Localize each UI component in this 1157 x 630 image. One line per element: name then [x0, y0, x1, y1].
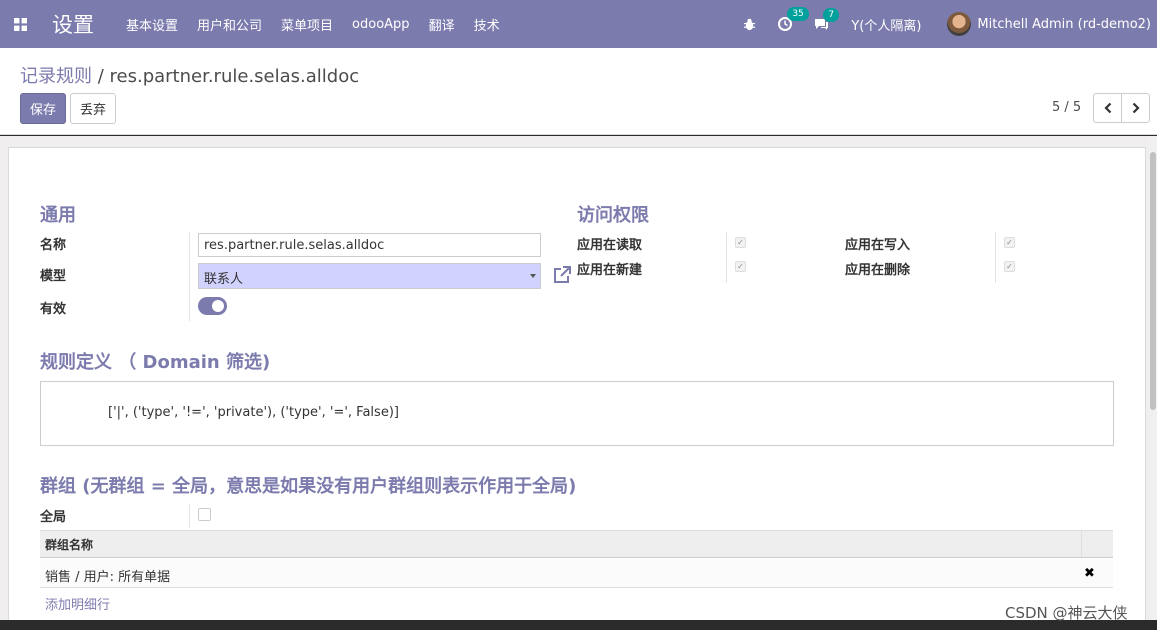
field-divider [995, 232, 996, 283]
breadcrumb-current: res.partner.rule.selas.alldoc [109, 66, 360, 87]
pager-next-button[interactable] [1121, 93, 1150, 123]
access-section-title: 访问权限 [577, 205, 649, 226]
write-label: 应用在写入 [845, 238, 911, 253]
menu-users-companies[interactable]: 用户和公司 [197, 15, 262, 34]
chevron-down-icon [530, 274, 536, 278]
model-label: 模型 [40, 269, 67, 284]
activity-count-badge: 35 [787, 7, 809, 21]
menu-menu-items[interactable]: 菜单项目 [281, 15, 333, 34]
domain-section-title: 规则定义 （ Domain 筛选) [40, 352, 271, 373]
breadcrumb: 记录规则 / res.partner.rule.selas.alldoc [20, 62, 359, 88]
group-name-column-header[interactable]: 群组名称 [45, 536, 93, 553]
top-navbar: 设置 基本设置 用户和公司 菜单项目 odooApp 翻译 技术 35 7 Y(… [0, 0, 1157, 48]
global-label: 全局 [40, 510, 67, 525]
menu-odooapp[interactable]: odooApp [352, 17, 410, 32]
name-label: 名称 [40, 238, 67, 253]
field-divider [189, 504, 190, 528]
groups-table-header [40, 530, 1113, 558]
save-button[interactable]: 保存 [20, 93, 66, 124]
unlink-checkbox[interactable]: ✓ [1004, 261, 1015, 272]
column-divider [1081, 531, 1082, 557]
delete-row-icon[interactable]: ✖ [1084, 566, 1095, 581]
menu-general-settings[interactable]: 基本设置 [126, 15, 178, 34]
menu-translations[interactable]: 翻译 [429, 15, 455, 34]
messages-chat-icon[interactable]: 7 [814, 7, 840, 31]
domain-value[interactable]: ['|', ('type', '!=', 'private'), ('type'… [108, 405, 399, 420]
user-name: Mitchell Admin (rd-demo2) [977, 16, 1151, 32]
external-link-icon[interactable] [552, 265, 572, 285]
create-label: 应用在新建 [577, 263, 643, 278]
read-label: 应用在读取 [577, 238, 643, 253]
write-checkbox[interactable]: ✓ [1004, 237, 1015, 248]
breadcrumb-separator: / [92, 66, 110, 87]
create-checkbox[interactable]: ✓ [735, 261, 746, 272]
field-divider [189, 232, 190, 321]
unlink-label: 应用在删除 [845, 263, 911, 278]
group-name-cell[interactable]: 销售 / 用户: 所有单据 [45, 566, 170, 585]
pager-previous-button[interactable] [1093, 93, 1122, 123]
active-toggle[interactable] [198, 297, 227, 315]
debug-bug-icon[interactable] [743, 18, 756, 31]
app-title[interactable]: 设置 [52, 9, 94, 39]
groups-section-title: 群组 (无群组 = 全局，意思是如果没有用户群组则表示作用于全局) [40, 476, 577, 497]
field-divider [726, 232, 727, 283]
apps-menu-icon[interactable] [0, 0, 40, 48]
activity-clock-icon[interactable]: 35 [778, 7, 809, 31]
discard-button[interactable]: 丢弃 [70, 93, 116, 124]
pager-value[interactable]: 5 / 5 [1052, 100, 1081, 115]
message-count-badge: 7 [823, 7, 840, 22]
table-row[interactable] [40, 559, 1113, 588]
chevron-left-icon [1103, 102, 1111, 114]
avatar [947, 12, 972, 36]
general-section-title: 通用 [40, 205, 76, 226]
bottom-strip [0, 620, 1157, 630]
read-checkbox[interactable]: ✓ [735, 237, 746, 248]
company-switcher[interactable]: Y(个人隔离) [851, 15, 921, 34]
menu-technical[interactable]: 技术 [474, 15, 500, 34]
global-checkbox[interactable] [198, 508, 211, 521]
add-line-link[interactable]: 添加明细行 [45, 594, 110, 613]
watermark: CSDN @神云大侠 [1005, 604, 1128, 622]
active-label: 有效 [40, 302, 67, 317]
chevron-right-icon [1132, 102, 1140, 114]
scrollbar-thumb[interactable] [1150, 152, 1156, 410]
breadcrumb-record-rules-link[interactable]: 记录规则 [20, 66, 92, 87]
model-select[interactable]: 联系人 [198, 263, 541, 289]
name-input[interactable] [198, 233, 541, 257]
user-menu[interactable]: Mitchell Admin (rd-demo2) [947, 12, 1151, 36]
control-panel: 记录规则 / res.partner.rule.selas.alldoc 保存 … [0, 48, 1157, 135]
